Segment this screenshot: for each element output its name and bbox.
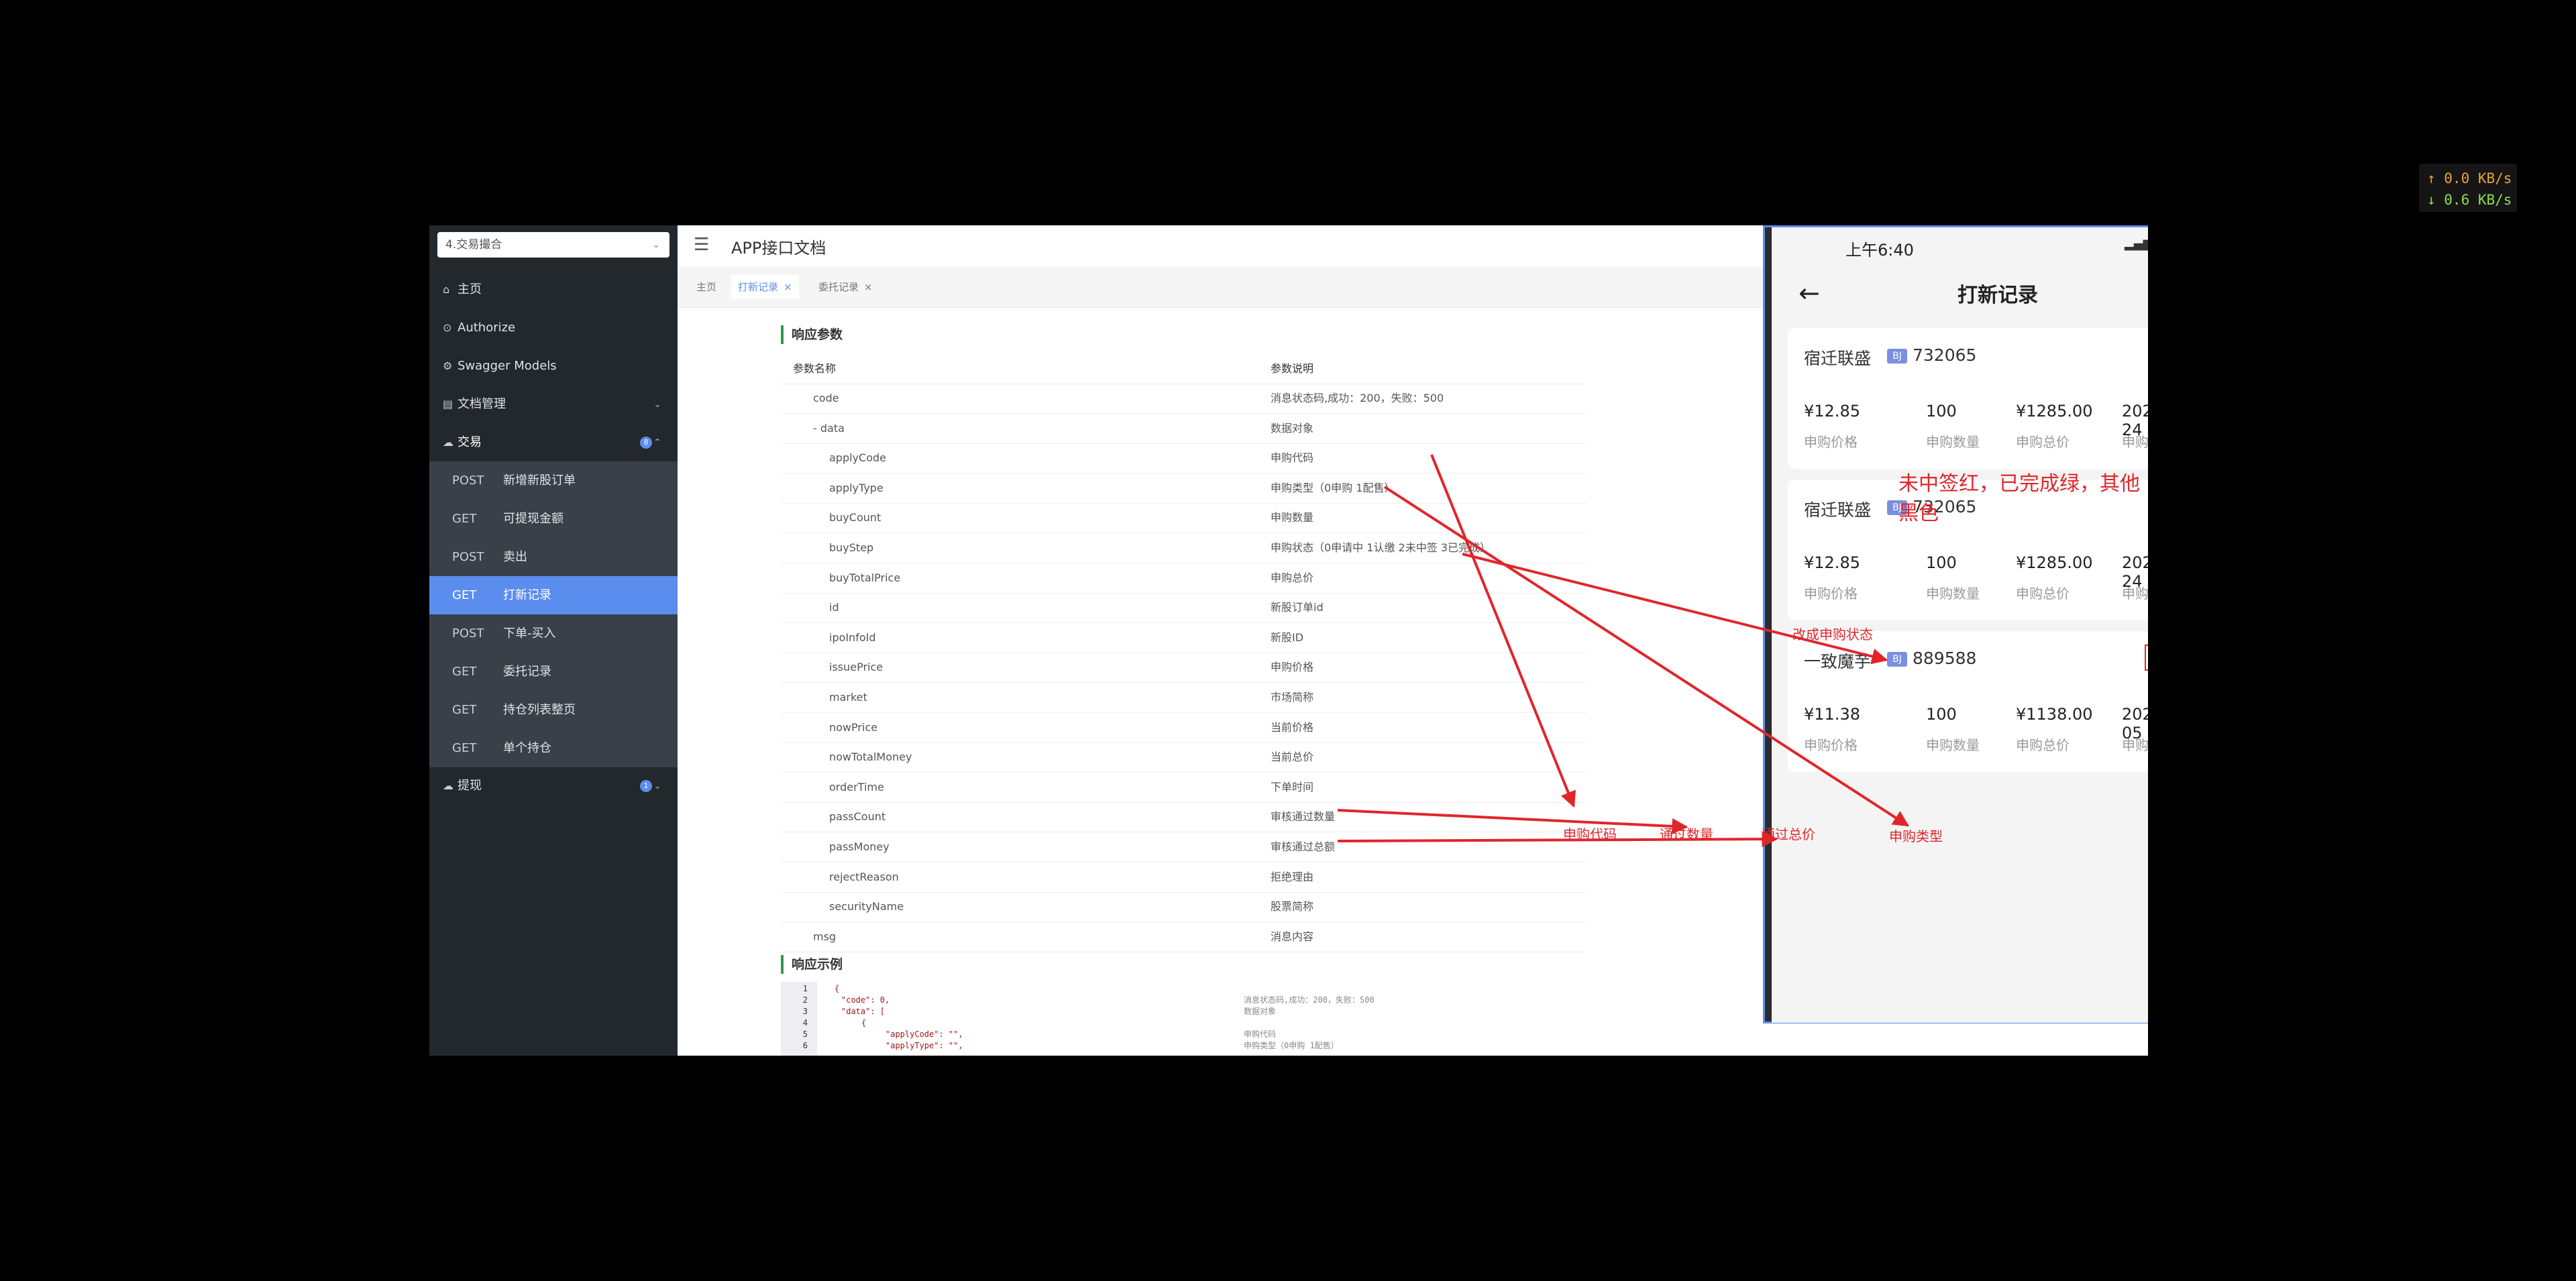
- annotation-pass-total: 通过总价: [1762, 826, 1815, 842]
- annotation-pass-count: 通过数量: [1660, 826, 1713, 842]
- arrow-apply-code: [1430, 454, 1576, 808]
- arrow-apply-type: [1383, 486, 1910, 827]
- annotation-apply-code: 申购代码: [1563, 826, 1617, 842]
- download-speed: ↓ 0.6 KB/s: [2427, 192, 2512, 208]
- annotation-color-rule: 未中签红，已完成绿，其他黑色: [1898, 472, 2140, 525]
- arrow-pass-count: [1337, 809, 1688, 834]
- annotation-apply-type: 申购类型: [1889, 828, 1943, 844]
- annotation-status: 改成申购状态: [1792, 626, 1873, 643]
- annotation-arrows: [1337, 454, 1910, 848]
- app-window: 4.交易撮合 ⌄ ⌂ 主页 ⊙ Authorize ⚙ Swagger Models …: [429, 225, 2148, 1056]
- upload-speed: ↑ 0.0 KB/s: [2427, 170, 2512, 186]
- network-speed-widget: ↑ 0.0 KB/s ↓ 0.6 KB/s: [2419, 164, 2517, 212]
- arrow-buy-step: [1462, 553, 1888, 665]
